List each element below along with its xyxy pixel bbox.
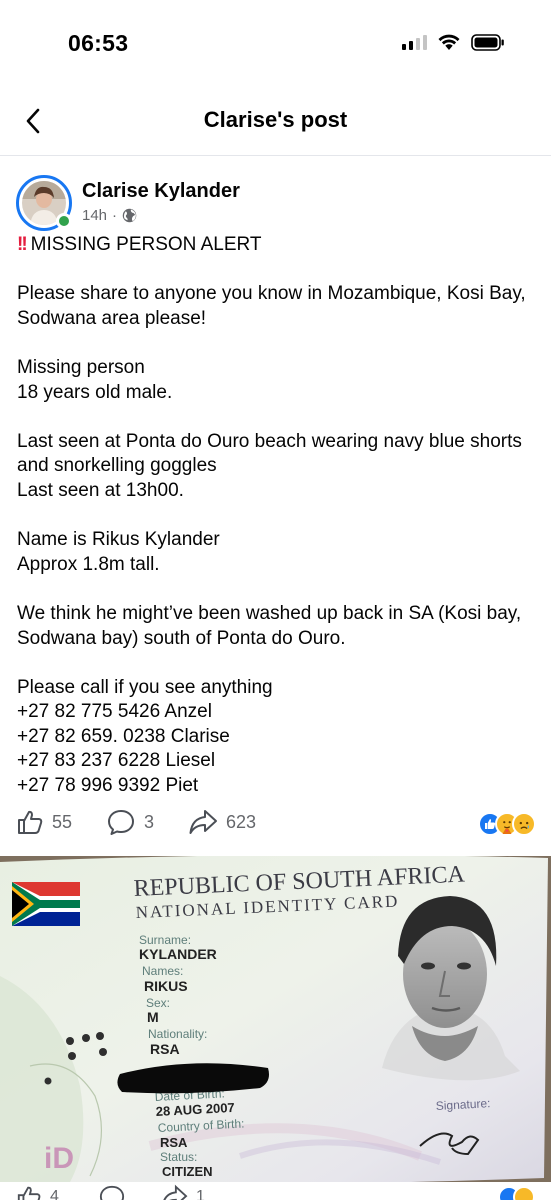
sad-reaction-icon	[512, 812, 536, 836]
post-actions: 55 3 623	[16, 808, 536, 842]
nationality-value: RSA	[150, 1041, 180, 1057]
names-label: Names:	[142, 964, 183, 978]
id-card-photo: REPUBLIC OF SOUTH AFRICA NATIONAL IDENTI…	[0, 856, 551, 1182]
share-icon	[163, 1184, 188, 1200]
phone-line[interactable]: +27 82 775 5426 Anzel	[17, 700, 537, 725]
page-title: Clarise's post	[203, 107, 348, 132]
like-count-partial: 4	[50, 1188, 59, 1200]
share-count: 623	[226, 811, 257, 832]
post-header: Clarise Kylander 14h ·	[16, 175, 536, 235]
cob-value: RSA	[160, 1135, 188, 1150]
status-value: CITIZEN	[162, 1164, 213, 1179]
like-button[interactable]: 55	[16, 808, 72, 836]
comment-icon	[108, 810, 134, 835]
post-line: Name is Rikus Kylander	[17, 529, 220, 551]
nationality-label: Nationality:	[148, 1027, 207, 1041]
surname-value: KYLANDER	[139, 946, 217, 962]
names-value: RIKUS	[144, 978, 188, 994]
like-count: 55	[52, 811, 73, 832]
post-line: 18 years old male.	[17, 381, 173, 403]
post-line: Missing person	[17, 356, 145, 378]
share-icon	[189, 810, 217, 834]
status-icons	[402, 33, 505, 51]
phone-line[interactable]: +27 82 659. 0238 Clarise	[17, 725, 537, 750]
thumbs-up-icon	[17, 1186, 41, 1200]
sex-value: M	[147, 1009, 159, 1025]
wifi-icon	[438, 34, 460, 50]
post-line: Approx 1.8m tall.	[17, 553, 160, 575]
post-line: !! MISSING PERSON ALERT	[17, 234, 262, 255]
thumbs-up-icon	[18, 810, 43, 834]
online-status-dot	[56, 213, 72, 229]
reaction-summary-partial[interactable]	[498, 1186, 535, 1200]
south-africa-flag	[12, 882, 80, 926]
sex-label: Sex:	[146, 996, 170, 1010]
globe-icon[interactable]	[122, 208, 137, 223]
post-line: We think he might’ve been washed up back…	[17, 602, 522, 649]
id-logo: iD	[44, 1142, 74, 1175]
comment-count: 3	[144, 811, 155, 832]
share-count-partial: 1	[196, 1188, 205, 1200]
phone-line[interactable]: +27 78 996 9392 Piet	[17, 774, 537, 799]
status-bar: 06:53	[0, 0, 551, 90]
alert-marker: !!	[17, 234, 28, 255]
post-meta: 14h ·	[82, 207, 137, 224]
comment-icon	[99, 1185, 125, 1200]
meta-separator: ·	[112, 207, 118, 224]
comment-button-partial[interactable]	[98, 1184, 126, 1200]
sad-reaction-icon	[513, 1186, 535, 1200]
surname-label: Surname:	[139, 933, 191, 947]
comment-button[interactable]: 3	[106, 808, 154, 836]
post-line: Last seen at Ponta do Ouro beach wearing…	[17, 430, 522, 477]
author-name[interactable]: Clarise Kylander	[82, 180, 240, 203]
post-time: 14h	[82, 207, 108, 224]
nav-bar: Clarise's post	[0, 90, 551, 156]
signature-label: Signature:	[435, 1096, 490, 1113]
reaction-summary[interactable]	[478, 812, 536, 836]
cellular-signal-icon	[402, 34, 427, 50]
post-photo[interactable]: REPUBLIC OF SOUTH AFRICA NATIONAL IDENTI…	[0, 856, 551, 1182]
post-line: Please share to anyone you know in Mozam…	[17, 283, 526, 329]
phone-line[interactable]: +27 83 237 6228 Liesel	[17, 749, 537, 774]
svg-text:iD: iD	[44, 1142, 74, 1175]
status-time: 06:53	[68, 30, 129, 56]
battery-icon	[471, 33, 504, 51]
post-body: !! MISSING PERSON ALERT Please share to a…	[17, 233, 537, 799]
post-line: Last seen at 13h00.	[17, 479, 184, 501]
status-label: Status:	[160, 1150, 197, 1164]
share-button[interactable]: 623	[188, 808, 256, 836]
share-button-partial[interactable]: 1	[160, 1184, 205, 1200]
next-post-actions-partial: 4 1	[0, 1182, 551, 1200]
post-line: Please call if you see anything	[17, 676, 273, 698]
like-button-partial[interactable]: 4	[16, 1184, 59, 1200]
